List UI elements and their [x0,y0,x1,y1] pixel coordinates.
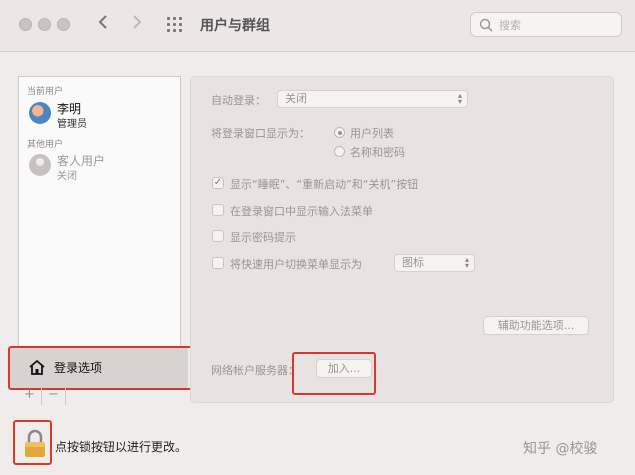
network-server-label: 网络帐户服务器： [211,364,299,377]
close-window-button[interactable] [19,18,32,31]
minimize-window-button[interactable] [38,18,51,31]
auto-login-label: 自动登录： [211,94,266,107]
checkbox-sleep-restart-label: 显示“睡眠”、“重新启动”和“关机”按钮 [230,178,419,191]
search-input[interactable] [499,16,614,34]
highlight-box-join [292,352,376,395]
chevron-left-icon [98,15,107,29]
user-list: 当前用户 李明 管理员 其他用户 客人用户 关闭 [18,76,181,387]
checkbox-sleep-restart[interactable]: ✓ [212,177,224,189]
lock-instruction-text: 点按锁按钮以进行更改。 [55,440,188,454]
fast-switch-value: 图标 [402,256,424,269]
checkbox-password-hint-label: 显示密码提示 [230,231,296,244]
highlight-box-lock [13,420,52,465]
guest-avatar [29,154,51,176]
other-users-heading: 其他用户 [27,140,64,150]
radio-user-list[interactable] [334,127,345,138]
current-users-heading: 当前用户 [27,87,64,97]
login-window-label: 将登录窗口显示为： [211,127,310,140]
checkbox-fast-switch[interactable] [212,257,224,269]
checkbox-password-hint[interactable] [212,230,224,242]
radio-name-password[interactable] [334,146,345,157]
fast-switch-select[interactable]: 图标 ▴ ▾ [394,254,475,272]
forward-button[interactable] [126,13,148,35]
chevron-right-icon [133,15,142,29]
window-title: 用户与群组 [200,18,270,34]
user-row-guest[interactable]: 客人用户 关闭 [25,150,175,182]
user-row-current[interactable]: 李明 管理员 [25,98,175,130]
accessibility-options-button[interactable]: 辅助功能选项... [483,316,589,335]
guest-status: 关闭 [57,171,77,182]
remove-user-button[interactable]: − [42,387,66,405]
add-remove-bar: + − [18,387,66,405]
radio-user-list-label: 用户列表 [350,127,394,140]
updown-arrows-icon: ▴ ▾ [464,255,469,270]
checkbox-fast-switch-label: 将快速用户切换菜单显示为 [230,258,362,271]
show-all-grid-icon[interactable] [167,17,183,33]
highlight-box-login-options [8,346,196,390]
user-role: 管理员 [57,119,87,130]
checkbox-input-menu-label: 在登录窗口中显示输入法菜单 [230,205,373,218]
updown-arrows-icon: ▴ ▾ [457,91,462,106]
auto-login-value: 关闭 [285,92,307,105]
back-button[interactable] [92,13,114,35]
add-user-button[interactable]: + [18,387,42,405]
avatar [29,102,51,124]
title-bar: 用户与群组 [0,0,635,52]
login-options-panel: 自动登录： 关闭 ▴ ▾ 将登录窗口显示为： 用户列表 名称和密码 ✓ 显示“睡眠… [190,76,614,403]
search-box[interactable] [470,12,622,37]
search-icon [479,18,493,32]
watermark: 知乎 @校骏 [523,441,598,457]
zoom-window-button[interactable] [57,18,70,31]
radio-name-password-label: 名称和密码 [350,146,405,159]
auto-login-select[interactable]: 关闭 ▴ ▾ [277,90,468,108]
checkbox-input-menu[interactable] [212,204,224,216]
